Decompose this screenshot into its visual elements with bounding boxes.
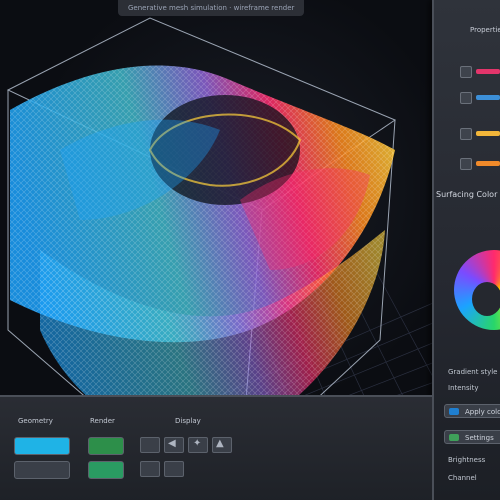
swatch-secondary[interactable] xyxy=(88,437,124,455)
output-label: Channel xyxy=(448,474,477,482)
viewport-caption: Generative mesh simulation · wireframe r… xyxy=(118,0,305,16)
toolbar-label-geometry: Geometry xyxy=(18,417,53,425)
apply-color-button[interactable]: Apply color xyxy=(444,404,500,418)
swatch-quaternary[interactable] xyxy=(88,461,124,479)
swatch-icon xyxy=(460,158,472,170)
mesh-render xyxy=(6,17,440,430)
viewport-3d[interactable]: Generative mesh simulation · wireframe r… xyxy=(0,0,440,430)
arrow-icon: ◀ xyxy=(168,438,176,449)
accent-bar xyxy=(476,131,500,136)
swatch-tertiary[interactable] xyxy=(14,461,70,479)
gradient-label: Gradient style xyxy=(448,368,498,376)
property-row-1[interactable] xyxy=(460,64,500,80)
settings-button[interactable]: Settings xyxy=(444,430,500,444)
toolbar-label-render: Render xyxy=(90,417,115,425)
brightness-label: Brightness xyxy=(448,456,486,464)
mesh-surfaces xyxy=(10,65,395,430)
accent-bar xyxy=(476,161,500,166)
toolbar-button-1[interactable] xyxy=(140,437,160,453)
section-label: Surfacing Color xyxy=(436,190,498,199)
button-icon xyxy=(449,408,459,415)
toolbar-button-5[interactable] xyxy=(140,461,160,477)
warning-icon: ▲ xyxy=(216,438,224,449)
app-window: Generative mesh simulation · wireframe r… xyxy=(0,0,500,500)
property-row-4[interactable] xyxy=(460,156,500,172)
accent-bar xyxy=(476,69,500,74)
accent-bar xyxy=(476,95,500,100)
settings-icon xyxy=(449,434,459,441)
apply-color-label: Apply color xyxy=(465,408,500,416)
pointer-icon: ✦ xyxy=(193,438,202,449)
toolbar-label-display: Display xyxy=(175,417,201,425)
swatch-icon xyxy=(460,92,472,104)
bottom-toolbar: Geometry Render Display ◀ ✦ ▲ xyxy=(0,395,432,500)
swatch-primary[interactable] xyxy=(14,437,70,455)
toolbar-button-6[interactable] xyxy=(164,461,184,477)
properties-panel: Properties Surfacing Color Gradient styl… xyxy=(432,0,500,500)
property-row-3[interactable] xyxy=(460,126,500,142)
panel-title: Properties xyxy=(470,26,500,34)
intensity-label: Intensity xyxy=(448,384,479,392)
color-wheel-center xyxy=(472,282,500,316)
property-row-2[interactable] xyxy=(460,90,500,106)
swatch-icon xyxy=(460,66,472,78)
swatch-icon xyxy=(460,128,472,140)
settings-label: Settings xyxy=(465,434,494,442)
